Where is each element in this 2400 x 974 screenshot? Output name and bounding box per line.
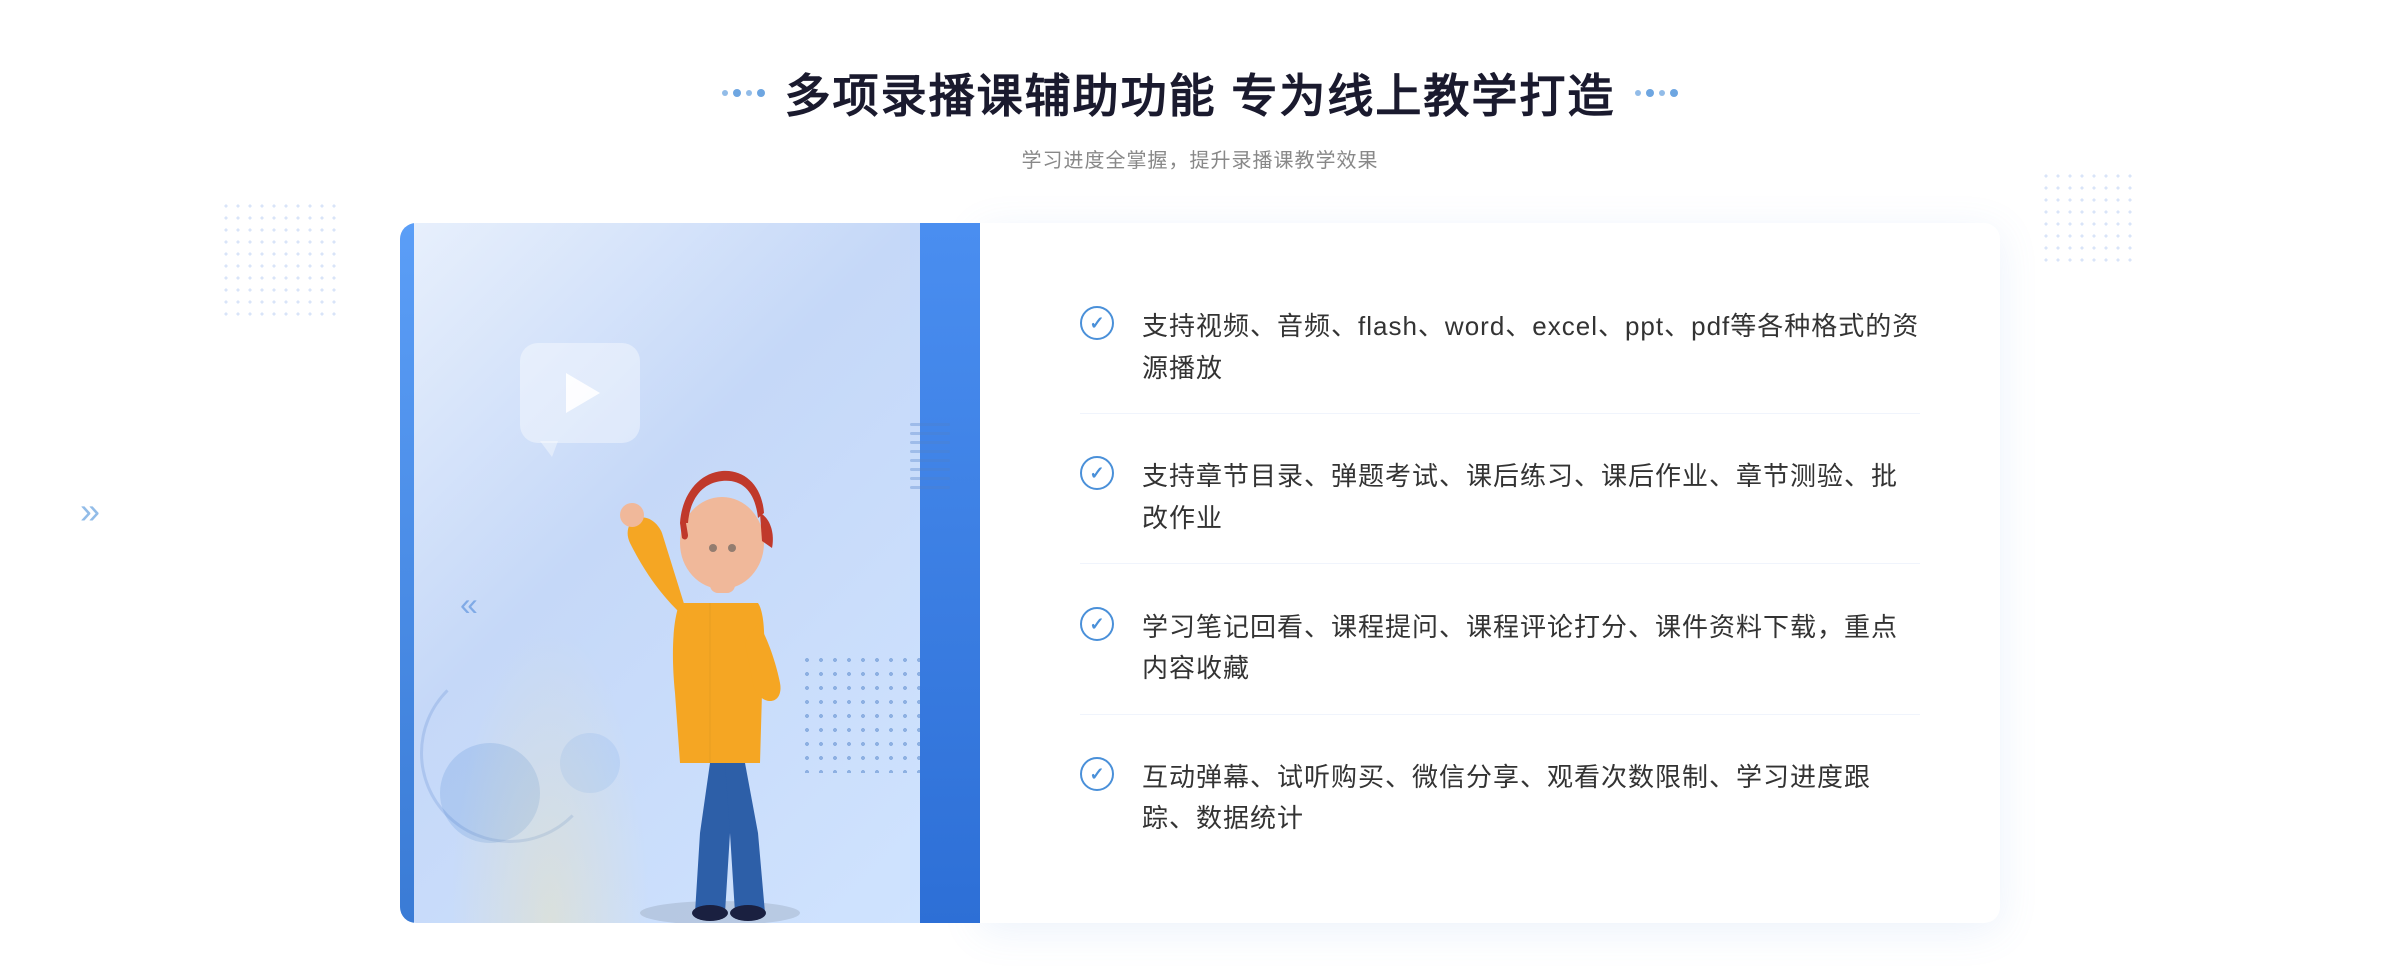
stripe-8	[910, 486, 950, 489]
stripe-6	[910, 468, 950, 471]
dot-7	[1659, 90, 1665, 96]
person-illustration	[570, 403, 870, 923]
check-icon-2: ✓	[1080, 456, 1114, 490]
feature-item-1: ✓ 支持视频、音频、flash、word、excel、ppt、pdf等各种格式的…	[1080, 282, 1920, 414]
check-icon-3: ✓	[1080, 607, 1114, 641]
stripe-decoration	[910, 423, 950, 543]
subtitle-text: 学习进度全掌握，提升录播课教学效果	[722, 144, 1679, 173]
header-section: 多项录播课辅助功能 专为线上教学打造 学习进度全掌握，提升录播课教学效果	[722, 60, 1679, 173]
check-mark-2: ✓	[1089, 464, 1104, 482]
check-icon-4: ✓	[1080, 757, 1114, 791]
vertical-bar	[400, 223, 414, 923]
arrow-decoration-left: »	[80, 490, 100, 532]
illustration-area: «	[400, 223, 980, 923]
feature-item-3: ✓ 学习笔记回看、课程提问、课程评论打分、课件资料下载，重点内容收藏	[1080, 583, 1920, 715]
stripe-1	[910, 423, 950, 426]
dot-4	[757, 89, 765, 97]
dots-decoration-left	[220, 200, 340, 320]
feature-text-4: 互动弹幕、试听购买、微信分享、观看次数限制、学习进度跟踪、数据统计	[1142, 757, 1920, 840]
dot-6	[1646, 89, 1654, 97]
page-wrapper: » 多项录播课辅助功能 专为线上教学打造 学习进度全掌握，提升录播课教学效果	[0, 0, 2400, 974]
dots-decoration-right	[2040, 170, 2140, 270]
blue-accent-bar	[920, 223, 980, 923]
page-title: 多项录播课辅助功能 专为线上教学打造	[722, 60, 1679, 126]
dot-2	[733, 89, 741, 97]
feature-text-3: 学习笔记回看、课程提问、课程评论打分、课件资料下载，重点内容收藏	[1142, 607, 1920, 690]
title-dots-right	[1635, 89, 1678, 97]
title-dots-left	[722, 89, 765, 97]
stripe-4	[910, 450, 950, 453]
check-mark-3: ✓	[1089, 615, 1104, 633]
feature-item-2: ✓ 支持章节目录、弹题考试、课后练习、课后作业、章节测验、批改作业	[1080, 432, 1920, 564]
feature-item-4: ✓ 互动弹幕、试听购买、微信分享、观看次数限制、学习进度跟踪、数据统计	[1080, 733, 1920, 864]
content-panel: ✓ 支持视频、音频、flash、word、excel、ppt、pdf等各种格式的…	[980, 223, 2000, 923]
title-text: 多项录播课辅助功能 专为线上教学打造	[785, 60, 1616, 126]
stripe-3	[910, 441, 950, 444]
dot-1	[722, 90, 728, 96]
dot-8	[1670, 89, 1678, 97]
stripe-7	[910, 477, 950, 480]
feature-text-2: 支持章节目录、弹题考试、课后练习、课后作业、章节测验、批改作业	[1142, 456, 1920, 539]
feature-text-1: 支持视频、音频、flash、word、excel、ppt、pdf等各种格式的资源…	[1142, 306, 1920, 389]
check-mark-1: ✓	[1089, 314, 1104, 332]
dot-5	[1635, 90, 1641, 96]
dot-3	[746, 90, 752, 96]
chevron-icon: «	[460, 586, 478, 623]
stripe-2	[910, 432, 950, 435]
check-icon-1: ✓	[1080, 306, 1114, 340]
check-mark-4: ✓	[1089, 765, 1104, 783]
main-content: «	[400, 223, 2000, 923]
stripe-5	[910, 459, 950, 462]
